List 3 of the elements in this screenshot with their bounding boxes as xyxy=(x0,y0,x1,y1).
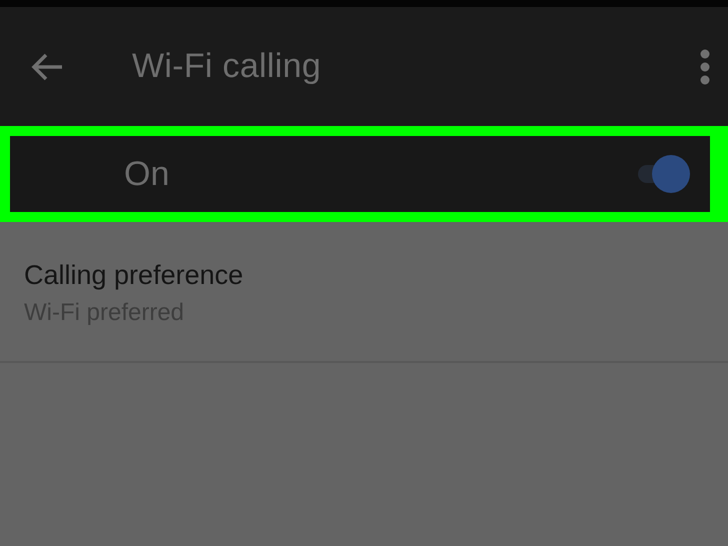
screen-title: Wi-Fi calling xyxy=(132,47,322,86)
switch-label: On xyxy=(124,154,170,194)
setting-title: Calling preference xyxy=(24,260,244,291)
